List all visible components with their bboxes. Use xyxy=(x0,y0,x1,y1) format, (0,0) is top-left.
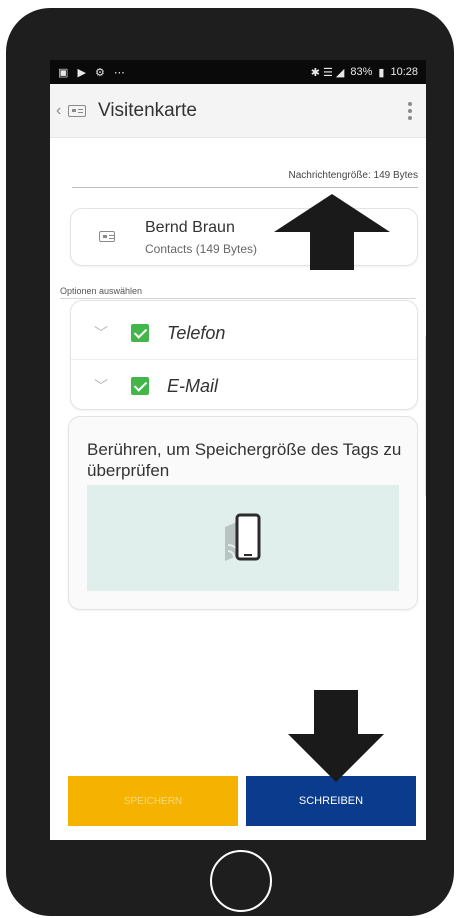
options-list: ﹀ Telefon ﹀ E-Mail xyxy=(70,300,418,410)
checkbox-email[interactable] xyxy=(131,377,149,395)
chevron-down-icon[interactable]: ﹀ xyxy=(71,323,131,343)
tag-check-text: Berühren, um Speichergröße des Tags zu ü… xyxy=(87,440,402,480)
battery-icon: ▮ xyxy=(378,66,385,79)
tag-check-card[interactable]: Berühren, um Speichergröße des Tags zu ü… xyxy=(68,416,418,610)
option-label: E-Mail xyxy=(167,375,219,396)
write-button[interactable]: SCHREIBEN xyxy=(246,776,416,826)
scroll-indicator xyxy=(425,336,426,496)
business-card-icon xyxy=(99,231,115,242)
phone-frame: ▣ ▶ ⚙ ⋯ ✱ ☰ ◢ 83% ▮ 10:28 ‹ Visitenkarte… xyxy=(6,8,454,916)
back-icon[interactable]: ‹ xyxy=(56,102,68,120)
contact-subtitle: Contacts (149 Bytes) xyxy=(145,242,258,256)
status-bar: ▣ ▶ ⚙ ⋯ ✱ ☰ ◢ 83% ▮ 10:28 xyxy=(50,60,426,84)
annotation-arrow-up-icon xyxy=(274,194,390,270)
battery-level: 83% xyxy=(350,66,373,78)
annotation-arrow-down-icon xyxy=(288,690,384,782)
option-row-email[interactable]: ﹀ E-Mail xyxy=(71,359,417,412)
clock: 10:28 xyxy=(390,66,418,78)
nfc-phone-icon xyxy=(225,513,261,561)
option-label: Telefon xyxy=(167,322,226,343)
options-label: Optionen auswählen xyxy=(60,286,143,296)
option-row-telefon[interactable]: ﹀ Telefon xyxy=(71,307,417,359)
status-right-icons: ✱ ☰ ◢ xyxy=(310,66,345,79)
tag-touch-area[interactable] xyxy=(87,485,399,591)
chevron-down-icon[interactable]: ﹀ xyxy=(71,376,131,396)
checkbox-telefon[interactable] xyxy=(131,324,149,342)
page-title: Visitenkarte xyxy=(98,99,197,121)
home-button[interactable] xyxy=(210,850,272,912)
app-bar: ‹ Visitenkarte xyxy=(50,84,426,138)
save-button[interactable]: SPEICHERN xyxy=(68,776,238,826)
divider xyxy=(60,298,416,299)
status-left-icons: ▣ ▶ ⚙ ⋯ xyxy=(58,66,128,79)
overflow-menu-icon[interactable] xyxy=(400,101,420,120)
business-card-icon xyxy=(68,104,86,117)
status-right: ✱ ☰ ◢ 83% ▮ 10:28 xyxy=(311,66,418,79)
message-size: Nachrichtengröße: 149 Bytes xyxy=(72,170,418,188)
contact-name: Bernd Braun xyxy=(145,219,235,236)
